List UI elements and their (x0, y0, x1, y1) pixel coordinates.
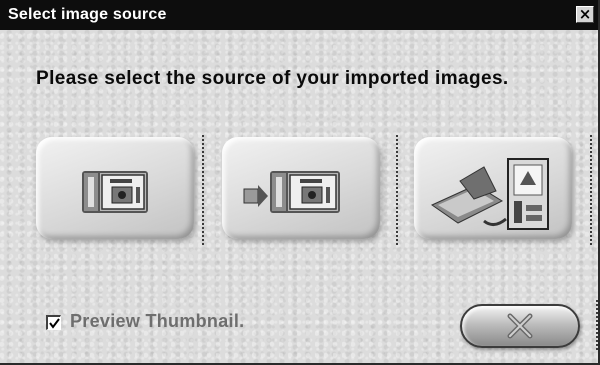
separator (202, 135, 204, 245)
instruction-text: Please select the source of your importe… (36, 68, 509, 89)
source-button-scanner[interactable] (414, 137, 572, 239)
close-button[interactable]: × (576, 6, 594, 23)
separator (396, 135, 398, 245)
camera-download-icon (243, 171, 340, 213)
source-button-camera-transfer[interactable] (222, 137, 380, 239)
window-title: Select image source (8, 6, 167, 23)
title-bar: Select image source × (0, 0, 598, 30)
camera-icon (82, 171, 148, 213)
close-icon: × (578, 5, 592, 23)
checkmark-icon (49, 318, 60, 329)
cancel-button[interactable] (460, 304, 580, 348)
separator (590, 135, 592, 245)
source-button-camera[interactable] (36, 137, 194, 239)
separator (596, 300, 598, 350)
preview-thumbnail-checkbox[interactable] (46, 315, 61, 330)
preview-thumbnail-label[interactable]: Preview Thumbnail. (70, 311, 244, 332)
select-image-source-dialog: Select image source × Please select the … (0, 0, 600, 365)
x-icon (507, 313, 533, 339)
computer-scanner-icon (430, 158, 549, 230)
